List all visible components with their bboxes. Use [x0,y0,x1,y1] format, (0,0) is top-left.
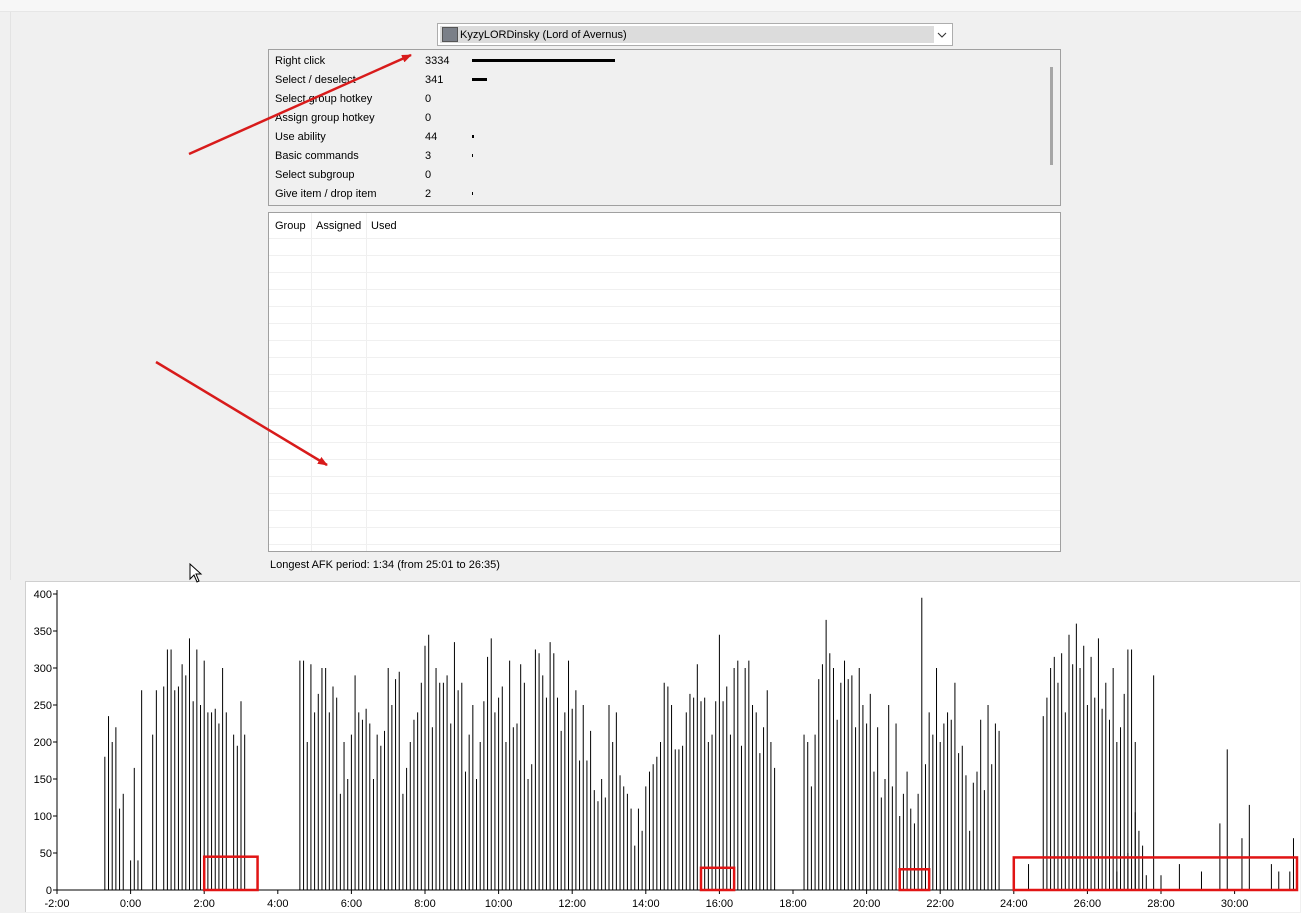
chevron-down-icon[interactable] [935,27,949,42]
table-row-line [269,493,1060,494]
action-count: 3 [425,150,432,162]
action-label: Right click [275,55,326,67]
player-dropdown-value: KyzyLORDinsky (Lord of Avernus) [460,28,627,41]
table-row-line [269,272,1060,273]
x-tick-label: 28:00 [1147,898,1175,910]
mouse-pointer-icon [189,563,203,583]
table-row-line [269,340,1060,341]
table-row-line [269,357,1060,358]
x-tick-label: 18:00 [779,898,807,910]
table-row-line [269,323,1060,324]
x-tick-label: 6:00 [341,898,362,910]
column-divider [366,213,367,551]
y-tick-label: 150 [34,774,52,786]
column-header-used[interactable]: Used [371,220,397,232]
action-row-give-item-drop-item: Give item / drop item 2 [275,185,1035,204]
x-tick-label: 0:00 [120,898,141,910]
action-count: 3334 [425,55,450,67]
y-tick-label: 400 [34,589,52,601]
x-tick-label: 16:00 [706,898,734,910]
window-left-edge [10,12,11,580]
table-row-line [269,510,1060,511]
column-header-group[interactable]: Group [275,220,306,232]
action-label: Select / deselect [275,74,356,86]
column-divider [311,213,312,551]
x-tick-label: 30:00 [1221,898,1249,910]
y-tick-label: 100 [34,811,52,823]
action-count: 44 [425,131,438,143]
action-label: Use ability [275,131,326,143]
table-row-line [269,374,1060,375]
apm-chart: 0 50 100 150 200 250 300 350 400 -2:00 0:00 2:00 4:0… [25,581,1300,912]
action-count: 0 [425,93,432,105]
player-dropdown-selection: KyzyLORDinsky (Lord of Avernus) [440,26,934,43]
action-count: 2 [425,188,432,200]
x-tick-label: 24:00 [1000,898,1028,910]
table-row-line [269,255,1060,256]
x-tick-label: -2:00 [44,898,69,910]
action-label: Assign group hotkey [275,112,375,124]
action-row-select-subgroup: Select subgroup 0 [275,166,1035,185]
afk-highlight-box [699,866,736,892]
table-row-line [269,238,1060,239]
hotkey-group-table[interactable]: Group Assigned Used [268,212,1061,552]
action-count: 0 [425,169,432,181]
y-tick-label: 50 [40,848,52,860]
window-top-edge [0,0,1301,12]
table-row-line [269,391,1060,392]
afk-highlight-box [1012,856,1299,892]
table-row-line [269,306,1060,307]
action-label: Select subgroup [275,169,355,181]
action-count: 0 [425,112,432,124]
x-tick-label: 10:00 [485,898,513,910]
x-tick-label: 4:00 [267,898,288,910]
action-bar [472,154,473,157]
y-tick-label: 350 [34,626,52,638]
table-row-line [269,476,1060,477]
player-dropdown[interactable]: KyzyLORDinsky (Lord of Avernus) [437,23,953,46]
table-row-line [269,527,1060,528]
action-row-assign-group-hotkey: Assign group hotkey 0 [275,109,1035,128]
y-tick-label: 0 [46,885,52,897]
x-tick-label: 22:00 [926,898,954,910]
y-tick-label: 300 [34,663,52,675]
action-row-use-ability: Use ability 44 [275,128,1035,147]
action-label: Give item / drop item [275,188,377,200]
action-count: 341 [425,74,444,86]
action-label: Basic commands [275,150,359,162]
x-tick-label: 8:00 [414,898,435,910]
y-tick-label: 200 [34,737,52,749]
x-tick-label: 14:00 [632,898,660,910]
apm-chart-svg: 0 50 100 150 200 250 300 350 400 -2:00 0:00 2:00 4:0… [34,589,1299,910]
table-row-line [269,459,1060,460]
column-header-assigned[interactable]: Assigned [316,220,361,232]
table-row-line [269,425,1060,426]
action-count-list[interactable]: Right click 3334 Select / deselect 341 S… [268,49,1061,206]
action-row-select-group-hotkey: Select group hotkey 0 [275,90,1035,109]
y-tick-label: 250 [34,700,52,712]
action-bar [472,192,473,195]
action-row-select-deselect: Select / deselect 341 [275,71,1035,90]
x-tick-label: 2:00 [193,898,214,910]
table-row-line [269,544,1060,545]
action-label: Select group hotkey [275,93,373,105]
table-row-line [269,408,1060,409]
action-row-basic-commands: Basic commands 3 [275,147,1035,166]
x-tick-label: 20:00 [853,898,881,910]
x-tick-label: 26:00 [1074,898,1102,910]
action-list-scrollbar[interactable] [1050,67,1053,165]
x-tick-label: 12:00 [558,898,586,910]
table-row-line [269,289,1060,290]
hero-portrait-icon [442,27,458,42]
action-bar [472,59,615,62]
afk-highlight-box [202,855,259,892]
longest-afk-text: Longest AFK period: 1:34 (from 25:01 to … [270,559,500,571]
action-row-right-click: Right click 3334 [275,52,1035,71]
action-bar [472,135,474,138]
action-bar [472,78,487,81]
table-row-line [269,442,1060,443]
